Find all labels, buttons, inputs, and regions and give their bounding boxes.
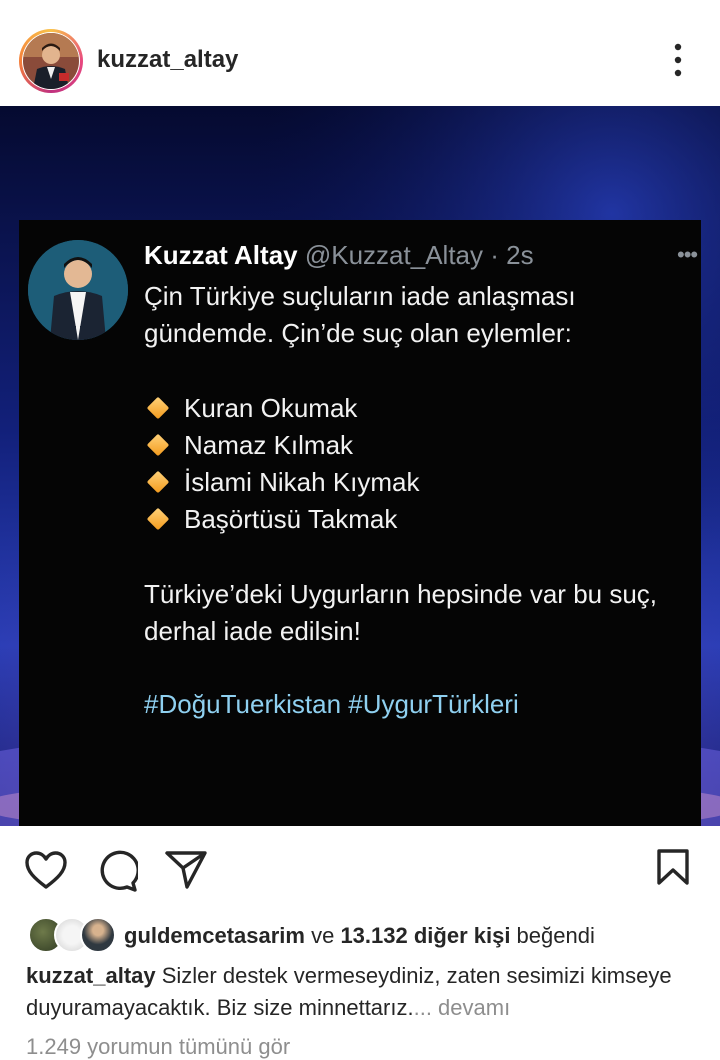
post-username[interactable]: kuzzat_altay	[97, 46, 238, 74]
list-item: Başörtüsü Takmak	[144, 501, 689, 538]
share-icon	[165, 851, 207, 889]
tweet-outro-text: Türkiye’deki Uygurların hepsinde var bu …	[144, 579, 658, 646]
tweet-card: Kuzzat Altay @Kuzzat_Altay · 2s ••• Çin …	[19, 220, 701, 826]
list-item: Namaz Kılmak	[144, 427, 689, 464]
tweet-more-icon: •••	[677, 242, 698, 267]
comment-button[interactable]	[96, 850, 140, 897]
diamond-bullet-icon	[146, 396, 170, 420]
post-caption: kuzzat_altay Sizler destek vermeseydiniz…	[26, 960, 706, 1024]
tweet-time: 2s	[506, 240, 534, 270]
likes-row: guldemcetasarim ve 13.132 diğer kişi beğ…	[0, 912, 720, 958]
comment-icon	[100, 850, 140, 892]
profile-avatar[interactable]	[19, 29, 83, 93]
tweet-intro-text: Çin Türkiye suçluların iade anlaşması gü…	[144, 281, 576, 348]
view-all-comments-link[interactable]: 1.249 yorumun tümünü gör	[26, 1034, 290, 1060]
liker-avatars[interactable]	[28, 917, 116, 953]
tweet-list: Kuran Okumak Namaz Kılmak İslami Nikah K…	[144, 390, 689, 538]
list-item: Kuran Okumak	[144, 390, 689, 427]
tweet-separator: ·	[483, 240, 507, 270]
bookmark-icon	[657, 849, 689, 885]
more-options-button[interactable]	[664, 42, 692, 78]
tweet-author-handle: @Kuzzat_Altay	[304, 240, 483, 270]
post-header: kuzzat_altay	[0, 0, 720, 106]
tweet-author-avatar	[28, 240, 128, 340]
likes-count[interactable]: 13.132 diğer kişi	[340, 923, 510, 948]
post-actions	[0, 826, 720, 912]
like-button[interactable]	[24, 850, 68, 895]
heart-icon	[25, 851, 67, 889]
caption-author[interactable]: kuzzat_altay	[26, 963, 156, 988]
diamond-bullet-icon	[146, 433, 170, 457]
tweet-author-name: Kuzzat Altay	[144, 240, 298, 270]
list-item: İslami Nikah Kıymak	[144, 464, 689, 501]
liker-username[interactable]: guldemcetasarim	[124, 923, 305, 948]
avatar	[80, 917, 116, 953]
more-vertical-icon	[674, 43, 682, 77]
diamond-bullet-icon	[146, 507, 170, 531]
tweet-hashtags: #DoğuTuerkistan #UygurTürkleri	[144, 689, 519, 719]
post-image[interactable]: Kuzzat Altay @Kuzzat_Altay · 2s ••• Çin …	[0, 106, 720, 826]
caption-more-link[interactable]: ... devamı	[414, 995, 511, 1020]
likes-summary[interactable]: guldemcetasarim ve 13.132 diğer kişi beğ…	[124, 923, 595, 949]
save-button[interactable]	[656, 848, 690, 891]
tweet-header: Kuzzat Altay @Kuzzat_Altay · 2s	[144, 240, 534, 271]
share-button[interactable]	[164, 850, 208, 895]
diamond-bullet-icon	[146, 470, 170, 494]
